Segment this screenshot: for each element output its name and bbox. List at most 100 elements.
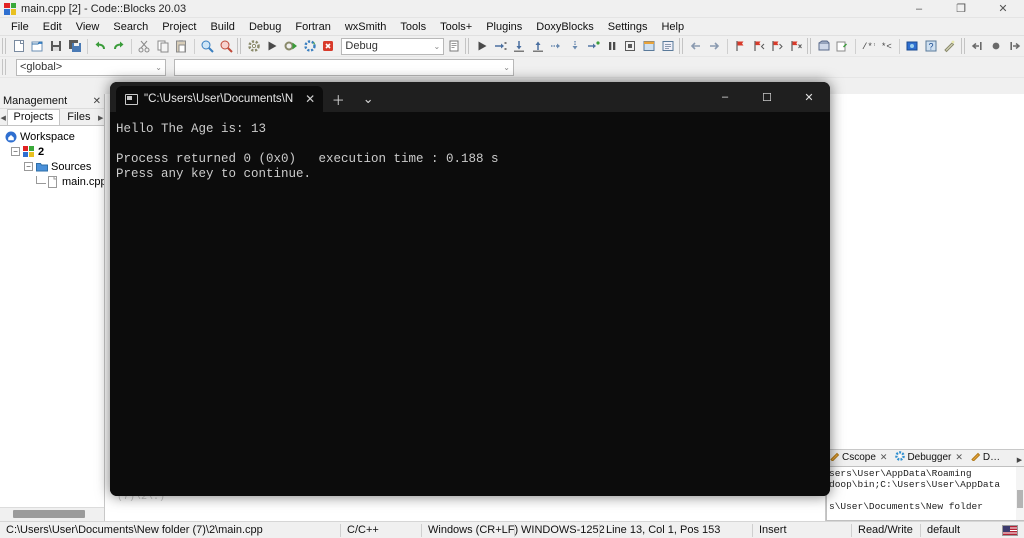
logs-vertical-scrollbar[interactable]: [1016, 467, 1024, 520]
toolbar-grip[interactable]: [236, 38, 243, 54]
restore-button[interactable]: ❐: [940, 0, 982, 18]
debug-continue-icon[interactable]: [472, 37, 491, 56]
debugging-windows-icon[interactable]: [640, 37, 659, 56]
next-instruction-icon[interactable]: [547, 37, 566, 56]
forward-icon[interactable]: [705, 37, 724, 56]
close-icon[interactable]: ✕: [299, 92, 315, 106]
run-to-cursor-icon[interactable]: [584, 37, 603, 56]
scope-combo[interactable]: <global> ⌄: [16, 58, 166, 76]
save-all-icon[interactable]: [65, 37, 84, 56]
goto-next-changed-line-icon[interactable]: [1005, 37, 1024, 56]
doxyblocks-config-icon[interactable]: [903, 37, 922, 56]
break-debugger-icon[interactable]: [603, 37, 622, 56]
chevron-down-icon[interactable]: ⌄: [353, 86, 383, 112]
logs-tab-debugger[interactable]: Debugger ✕: [891, 449, 966, 466]
terminal-close-button[interactable]: ✕: [788, 82, 830, 112]
toggle-breakpoint-icon[interactable]: [987, 37, 1006, 56]
step-into-icon[interactable]: [510, 37, 529, 56]
various-info-icon[interactable]: [658, 37, 677, 56]
clear-bookmarks-icon[interactable]: [786, 37, 805, 56]
new-tab-button[interactable]: ＋: [323, 86, 353, 112]
build-and-run-icon[interactable]: [282, 37, 301, 56]
tab-projects[interactable]: Projects: [6, 109, 61, 125]
project-expander[interactable]: −: [11, 147, 20, 156]
projects-tree[interactable]: Workspace − 2 − Sources main.cpp: [0, 126, 104, 507]
menu-plugins[interactable]: Plugins: [479, 18, 529, 36]
menu-edit[interactable]: Edit: [36, 18, 69, 36]
tree-node-project[interactable]: − 2: [2, 144, 104, 159]
stop-debugger-icon[interactable]: [621, 37, 640, 56]
toggle-bookmark-icon[interactable]: [731, 37, 750, 56]
toolbar-grip[interactable]: [807, 38, 813, 54]
cut-icon[interactable]: [135, 37, 154, 56]
terminal-tab[interactable]: "C:\Users\User\Documents\N ✕: [116, 86, 324, 112]
step-out-icon[interactable]: [528, 37, 547, 56]
doxyblocks-wizard-icon[interactable]: [940, 37, 959, 56]
paste-icon[interactable]: [172, 37, 191, 56]
toolbar-grip[interactable]: [464, 38, 471, 54]
save-icon[interactable]: [47, 37, 66, 56]
undo-icon[interactable]: [91, 37, 110, 56]
tree-node-main-cpp[interactable]: main.cpp: [2, 174, 104, 189]
logs-tab-partial[interactable]: D…: [967, 449, 1004, 466]
menu-search[interactable]: Search: [106, 18, 155, 36]
close-icon[interactable]: ✕: [93, 96, 101, 107]
sources-expander[interactable]: −: [24, 162, 33, 171]
copy-icon[interactable]: [154, 37, 173, 56]
scrollbar-thumb[interactable]: [1017, 490, 1023, 509]
block-comment-icon[interactable]: /**: [859, 37, 878, 56]
close-icon[interactable]: ✕: [955, 452, 963, 463]
abort-icon[interactable]: [319, 37, 338, 56]
redo-icon[interactable]: [109, 37, 128, 56]
goto-previous-changed-line-icon[interactable]: [968, 37, 987, 56]
next-bookmark-icon[interactable]: [768, 37, 787, 56]
find-icon[interactable]: [198, 37, 217, 56]
replace-icon[interactable]: [216, 37, 235, 56]
menu-debug[interactable]: Debug: [242, 18, 288, 36]
minimize-button[interactable]: –: [898, 0, 940, 18]
step-into-instruction-icon[interactable]: [565, 37, 584, 56]
new-file-icon[interactable]: [10, 37, 29, 56]
line-comment-icon[interactable]: *<: [877, 37, 896, 56]
tree-node-workspace[interactable]: Workspace: [2, 129, 104, 144]
terminal-output[interactable]: Hello The Age is: 13 Process returned 0 …: [110, 112, 830, 496]
doxyblocks-help-icon[interactable]: ?: [921, 37, 940, 56]
tab-files[interactable]: Files: [60, 109, 97, 125]
menu-view[interactable]: View: [69, 18, 107, 36]
toolbar-grip[interactable]: [2, 59, 8, 75]
extract-documentation-icon[interactable]: [815, 37, 834, 56]
terminal-window[interactable]: "C:\Users\User\Documents\N ✕ ＋ ⌄ – ☐ ✕ H…: [110, 82, 830, 496]
scrollbar-thumb[interactable]: [13, 510, 86, 518]
menu-file[interactable]: File: [4, 18, 36, 36]
next-line-icon[interactable]: [491, 37, 510, 56]
menu-settings[interactable]: Settings: [601, 18, 655, 36]
menu-tools[interactable]: Tools: [393, 18, 433, 36]
toolbar-grip[interactable]: [960, 38, 967, 54]
build-target-combo[interactable]: Debug ⌄: [341, 37, 445, 55]
logs-tabs-more-icon[interactable]: ▶: [1015, 453, 1024, 466]
logs-tab-cscope[interactable]: Cscope ✕: [826, 449, 891, 466]
management-horizontal-scrollbar[interactable]: [0, 507, 104, 521]
terminal-maximize-button[interactable]: ☐: [746, 82, 788, 112]
run-icon[interactable]: [263, 37, 282, 56]
run-doxywizard-icon[interactable]: [833, 37, 852, 56]
menu-tools-plus[interactable]: Tools+: [433, 18, 479, 36]
back-icon[interactable]: [687, 37, 706, 56]
select-target-icon[interactable]: [444, 37, 463, 56]
close-button[interactable]: ✕: [982, 0, 1024, 18]
menu-project[interactable]: Project: [155, 18, 203, 36]
menu-help[interactable]: Help: [654, 18, 691, 36]
menu-fortran[interactable]: Fortran: [288, 18, 337, 36]
rebuild-icon[interactable]: [300, 37, 319, 56]
menu-doxyblocks[interactable]: DoxyBlocks: [529, 18, 600, 36]
tabs-scroll-right-icon[interactable]: ▶: [97, 111, 104, 125]
toolbar-grip[interactable]: [2, 38, 8, 54]
build-icon[interactable]: [244, 37, 263, 56]
terminal-minimize-button[interactable]: –: [704, 82, 746, 112]
open-file-icon[interactable]: [28, 37, 47, 56]
function-combo[interactable]: ⌄: [174, 58, 514, 76]
menu-wxsmith[interactable]: wxSmith: [338, 18, 394, 36]
menu-build[interactable]: Build: [203, 18, 241, 36]
previous-bookmark-icon[interactable]: [749, 37, 768, 56]
tree-node-sources[interactable]: − Sources: [2, 159, 104, 174]
